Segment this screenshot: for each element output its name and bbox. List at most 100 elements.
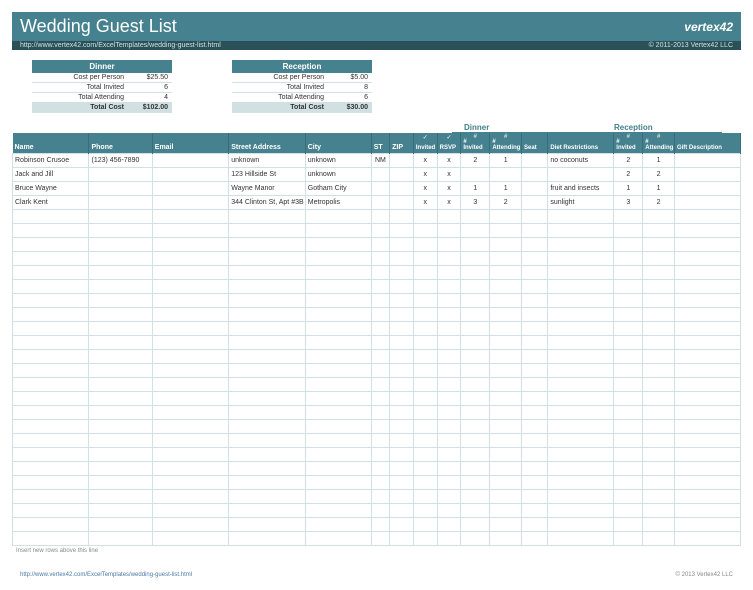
- cell-empty[interactable]: [89, 280, 152, 294]
- cell-empty[interactable]: [461, 210, 490, 224]
- cell-empty[interactable]: [548, 518, 614, 532]
- cell-empty[interactable]: [674, 308, 740, 322]
- cell-empty[interactable]: [229, 518, 305, 532]
- cell-empty[interactable]: [390, 224, 414, 238]
- cell-empty[interactable]: [229, 504, 305, 518]
- cell-empty[interactable]: [305, 364, 371, 378]
- cell-empty[interactable]: [152, 280, 228, 294]
- cell-empty[interactable]: [674, 364, 740, 378]
- cell-empty[interactable]: [674, 532, 740, 546]
- cell-invited[interactable]: x: [413, 182, 437, 196]
- cell-empty[interactable]: [437, 420, 461, 434]
- cell-empty[interactable]: [229, 392, 305, 406]
- cell-empty[interactable]: [371, 476, 389, 490]
- cell-empty[interactable]: [490, 504, 522, 518]
- cell-empty[interactable]: [643, 336, 675, 350]
- cell-empty[interactable]: [461, 420, 490, 434]
- cell-empty[interactable]: [548, 350, 614, 364]
- cell-empty[interactable]: [490, 238, 522, 252]
- cell-empty[interactable]: [643, 532, 675, 546]
- cell-empty[interactable]: [390, 238, 414, 252]
- cell-empty[interactable]: [674, 210, 740, 224]
- cell-empty[interactable]: [413, 504, 437, 518]
- cell-empty[interactable]: [643, 322, 675, 336]
- cell-empty[interactable]: [305, 434, 371, 448]
- cell-empty[interactable]: [229, 280, 305, 294]
- cell-empty[interactable]: [521, 336, 547, 350]
- cell-rsvp[interactable]: x: [437, 168, 461, 182]
- cell-empty[interactable]: [13, 210, 89, 224]
- cell-empty[interactable]: [229, 448, 305, 462]
- cell-empty[interactable]: [13, 224, 89, 238]
- cell-empty[interactable]: [152, 336, 228, 350]
- cell-empty[interactable]: [229, 238, 305, 252]
- cell-empty[interactable]: [521, 294, 547, 308]
- cell-st[interactable]: NM: [371, 154, 389, 168]
- cell-empty[interactable]: [371, 252, 389, 266]
- cell-empty[interactable]: [89, 476, 152, 490]
- table-row-empty[interactable]: [13, 434, 741, 448]
- cell-empty[interactable]: [89, 294, 152, 308]
- cell-empty[interactable]: [305, 406, 371, 420]
- cell-empty[interactable]: [89, 308, 152, 322]
- cell-empty[interactable]: [437, 406, 461, 420]
- cell-empty[interactable]: [229, 406, 305, 420]
- cell-empty[interactable]: [305, 322, 371, 336]
- cell-empty[interactable]: [521, 224, 547, 238]
- cell-empty[interactable]: [413, 350, 437, 364]
- table-row-empty[interactable]: [13, 476, 741, 490]
- cell-empty[interactable]: [229, 224, 305, 238]
- cell-empty[interactable]: [490, 322, 522, 336]
- cell-empty[interactable]: [305, 266, 371, 280]
- cell-empty[interactable]: [461, 294, 490, 308]
- cell-empty[interactable]: [461, 434, 490, 448]
- cell-empty[interactable]: [305, 490, 371, 504]
- cell-empty[interactable]: [152, 504, 228, 518]
- cell-empty[interactable]: [521, 406, 547, 420]
- cell-empty[interactable]: [413, 280, 437, 294]
- cell-d_inv[interactable]: 3: [461, 196, 490, 210]
- cell-empty[interactable]: [614, 378, 643, 392]
- cell-empty[interactable]: [13, 266, 89, 280]
- cell-invited[interactable]: x: [413, 168, 437, 182]
- cell-empty[interactable]: [13, 336, 89, 350]
- cell-empty[interactable]: [371, 336, 389, 350]
- cell-empty[interactable]: [643, 392, 675, 406]
- cell-empty[interactable]: [13, 406, 89, 420]
- cell-empty[interactable]: [89, 490, 152, 504]
- cell-empty[interactable]: [643, 518, 675, 532]
- cell-empty[interactable]: [437, 266, 461, 280]
- cell-empty[interactable]: [521, 462, 547, 476]
- cell-street[interactable]: Wayne Manor: [229, 182, 305, 196]
- cell-empty[interactable]: [13, 294, 89, 308]
- cell-empty[interactable]: [305, 224, 371, 238]
- cell-empty[interactable]: [305, 294, 371, 308]
- cell-empty[interactable]: [13, 420, 89, 434]
- cell-empty[interactable]: [13, 252, 89, 266]
- cell-empty[interactable]: [461, 280, 490, 294]
- cell-empty[interactable]: [674, 224, 740, 238]
- table-row-empty[interactable]: [13, 448, 741, 462]
- cell-empty[interactable]: [674, 490, 740, 504]
- cell-empty[interactable]: [371, 364, 389, 378]
- cell-city[interactable]: Gotham City: [305, 182, 371, 196]
- cell-empty[interactable]: [413, 518, 437, 532]
- cell-empty[interactable]: [614, 280, 643, 294]
- cell-empty[interactable]: [371, 462, 389, 476]
- cell-empty[interactable]: [371, 532, 389, 546]
- cell-empty[interactable]: [614, 476, 643, 490]
- cell-empty[interactable]: [152, 476, 228, 490]
- cell-phone[interactable]: [89, 168, 152, 182]
- cell-empty[interactable]: [437, 308, 461, 322]
- cell-empty[interactable]: [413, 238, 437, 252]
- cell-empty[interactable]: [371, 392, 389, 406]
- cell-empty[interactable]: [674, 238, 740, 252]
- cell-empty[interactable]: [643, 252, 675, 266]
- cell-empty[interactable]: [371, 406, 389, 420]
- cell-rsvp[interactable]: x: [437, 154, 461, 168]
- cell-city[interactable]: Metropolis: [305, 196, 371, 210]
- cell-empty[interactable]: [371, 238, 389, 252]
- cell-empty[interactable]: [461, 378, 490, 392]
- cell-empty[interactable]: [437, 518, 461, 532]
- cell-empty[interactable]: [490, 476, 522, 490]
